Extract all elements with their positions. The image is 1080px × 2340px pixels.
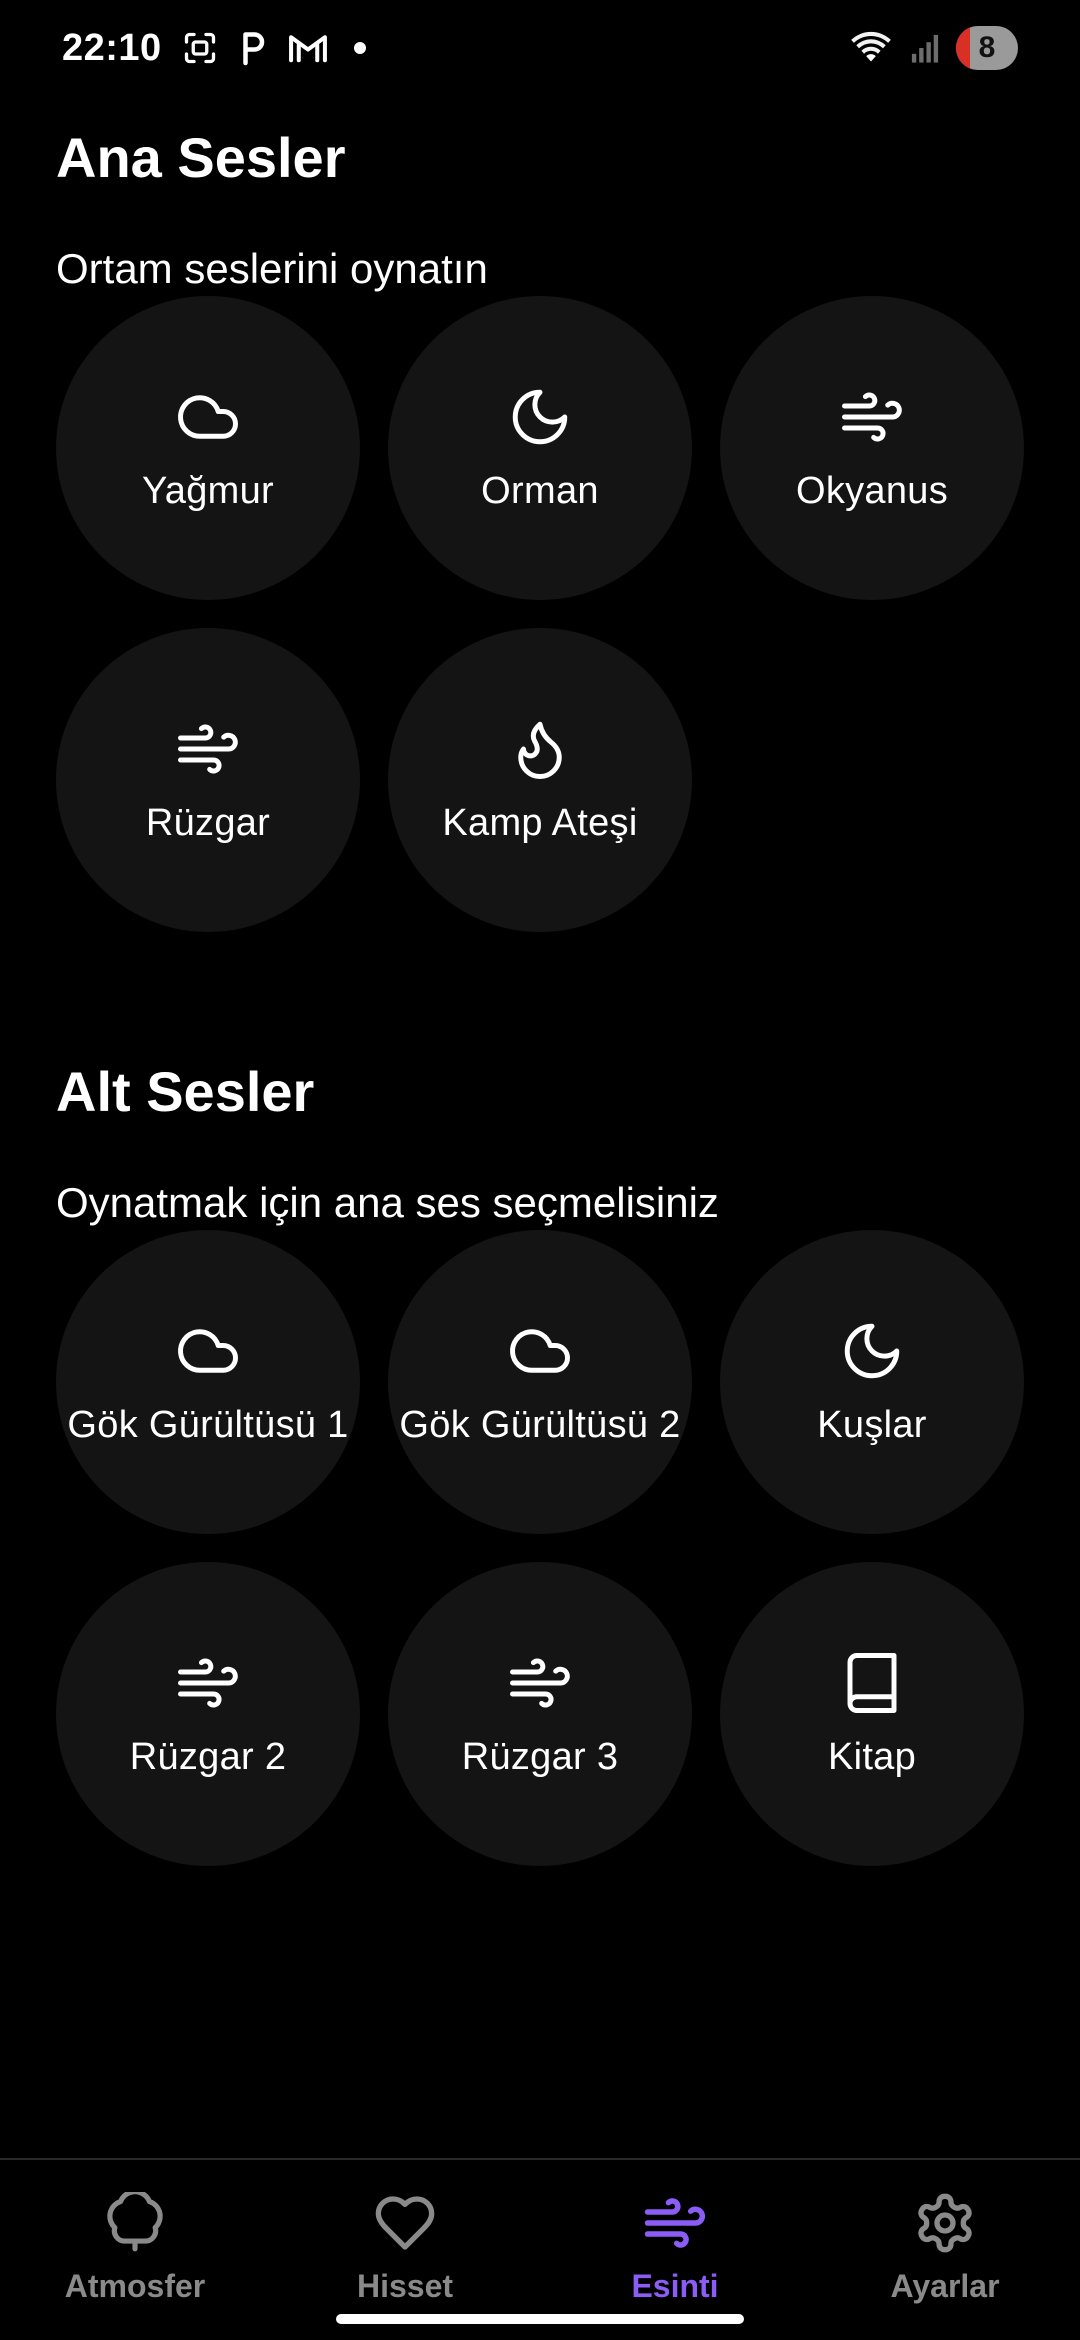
sound-label: Rüzgar 3 bbox=[461, 1735, 619, 1778]
sound-button-ruzgar-2[interactable]: Rüzgar 2 bbox=[56, 1562, 360, 1866]
clock: 22:10 bbox=[62, 26, 162, 69]
screen: 22:10 8 Ana Sesler Ortam seslerini oynat… bbox=[0, 0, 1080, 2340]
sound-label: Kamp Ateşi bbox=[442, 801, 638, 844]
cloud-icon bbox=[175, 1318, 241, 1384]
sub-sounds-title: Alt Sesler bbox=[56, 1060, 315, 1123]
sub-sounds-subtitle: Oynatmak için ana ses seçmelisiniz bbox=[56, 1179, 719, 1226]
moon-icon bbox=[839, 1318, 905, 1384]
main-sounds-section: Ana Sesler Ortam seslerini oynatın bbox=[56, 130, 1026, 290]
sound-button-gok-gurultusu-2[interactable]: Gök Gürültüsü 2 bbox=[388, 1230, 692, 1534]
sound-label: Orman bbox=[481, 469, 599, 512]
bottom-nav: Atmosfer Hisset Esinti Ayarlar bbox=[0, 2158, 1080, 2340]
battery-icon: 8 bbox=[956, 26, 1018, 70]
sound-label: Kuşlar bbox=[817, 1403, 927, 1446]
battery-level-fill bbox=[956, 26, 970, 70]
main-sounds-subtitle: Ortam seslerini oynatın bbox=[56, 245, 488, 292]
sound-button-ruzgar[interactable]: Rüzgar bbox=[56, 628, 360, 932]
status-left: 22:10 bbox=[62, 27, 366, 70]
wind-icon bbox=[640, 2188, 710, 2258]
sound-button-gok-gurultusu-1[interactable]: Gök Gürültüsü 1 bbox=[56, 1230, 360, 1534]
cloud-icon bbox=[507, 1318, 573, 1384]
gmail-icon bbox=[288, 32, 328, 64]
sound-label: Gök Gürültüsü 2 bbox=[399, 1403, 681, 1446]
book-icon bbox=[839, 1650, 905, 1716]
battery-level: 8 bbox=[978, 31, 996, 64]
main-sounds-grid: Yağmur Orman Okyanus Rüzgar Kamp Ateşi bbox=[56, 296, 1024, 932]
moon-icon bbox=[507, 384, 573, 450]
tree-icon bbox=[100, 2188, 170, 2258]
nav-label: Esinti bbox=[631, 2268, 719, 2304]
wind-icon bbox=[175, 1650, 241, 1716]
nav-item-atmosfer[interactable]: Atmosfer bbox=[35, 2188, 235, 2305]
sound-label: Okyanus bbox=[795, 469, 949, 512]
signal-icon bbox=[910, 32, 940, 64]
sound-button-okyanus[interactable]: Okyanus bbox=[720, 296, 1024, 600]
nav-label: Ayarlar bbox=[890, 2268, 1000, 2304]
sound-label: Rüzgar bbox=[145, 801, 271, 844]
wifi-icon bbox=[848, 30, 894, 66]
nav-item-ayarlar[interactable]: Ayarlar bbox=[845, 2188, 1045, 2305]
nav-label: Atmosfer bbox=[64, 2268, 206, 2304]
sound-button-kitap[interactable]: Kitap bbox=[720, 1562, 1024, 1866]
main-sounds-title: Ana Sesler bbox=[56, 126, 346, 189]
sound-button-orman[interactable]: Orman bbox=[388, 296, 692, 600]
sound-label: Kitap bbox=[827, 1735, 917, 1778]
cloud-icon bbox=[175, 384, 241, 450]
status-bar: 22:10 8 bbox=[0, 0, 1080, 96]
nav-label: Hisset bbox=[356, 2268, 454, 2304]
sub-sounds-grid: Gök Gürültüsü 1 Gök Gürültüsü 2 Kuşlar R… bbox=[56, 1230, 1024, 1866]
sound-button-yagmur[interactable]: Yağmur bbox=[56, 296, 360, 600]
nav-item-esinti[interactable]: Esinti bbox=[575, 2188, 775, 2305]
wind-icon bbox=[839, 384, 905, 450]
sound-label: Gök Gürültüsü 1 bbox=[67, 1403, 349, 1446]
parking-p-icon bbox=[238, 30, 268, 66]
sound-button-kamp-atesi[interactable]: Kamp Ateşi bbox=[388, 628, 692, 932]
wind-icon bbox=[175, 716, 241, 782]
sound-button-kuslar[interactable]: Kuşlar bbox=[720, 1230, 1024, 1534]
screenshot-icon bbox=[182, 30, 218, 66]
wind-icon bbox=[507, 1650, 573, 1716]
home-indicator[interactable] bbox=[336, 2314, 744, 2324]
flame-icon bbox=[507, 716, 573, 782]
heart-icon bbox=[370, 2188, 440, 2258]
dot-icon bbox=[353, 42, 366, 54]
sound-button-ruzgar-3[interactable]: Rüzgar 3 bbox=[388, 1562, 692, 1866]
status-right: 8 bbox=[848, 26, 1018, 70]
sub-sounds-section: Alt Sesler Oynatmak için ana ses seçmeli… bbox=[56, 1064, 1026, 1224]
sound-label: Yağmur bbox=[141, 469, 275, 512]
sound-label: Rüzgar 2 bbox=[129, 1735, 287, 1778]
nav-item-hisset[interactable]: Hisset bbox=[305, 2188, 505, 2305]
gear-icon bbox=[910, 2188, 980, 2258]
